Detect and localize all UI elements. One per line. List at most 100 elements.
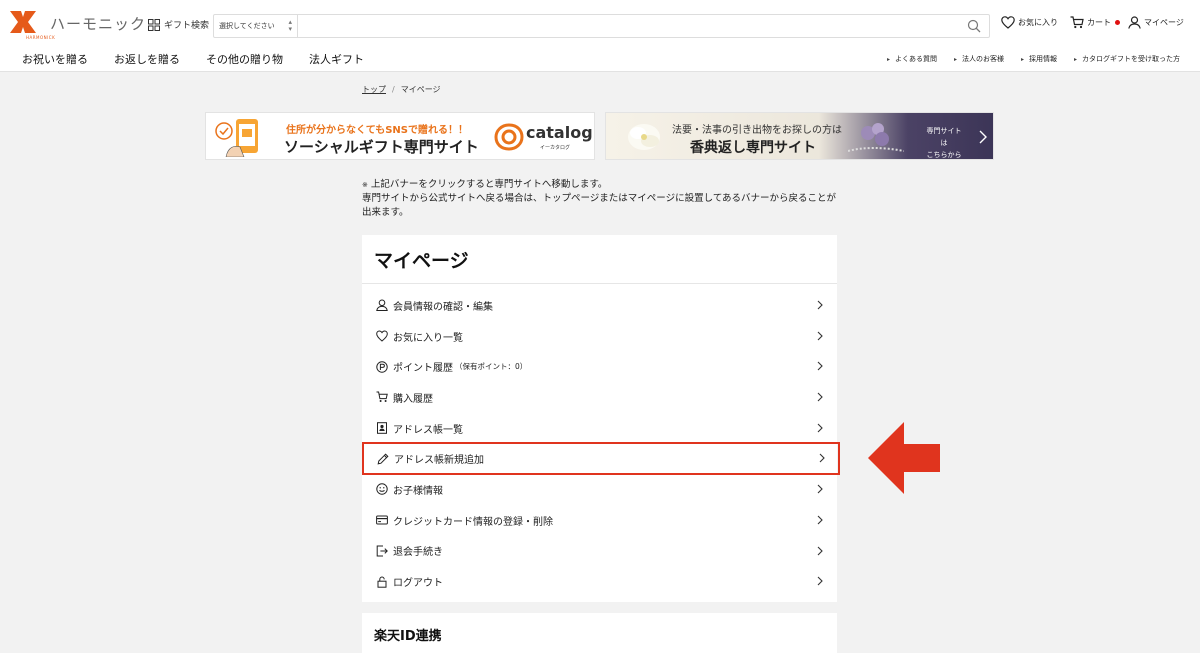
nav-item-other-gifts[interactable]: その他の贈り物 [206, 51, 283, 67]
gift-search-button[interactable]: ギフト検索 [148, 18, 209, 31]
banner-note: ※ 上記バナーをクリックすると専門サイトへ移動します。 専門サイトから公式サイトへ… [362, 178, 838, 220]
subnav-catalog-received[interactable]: カタログギフトを受け取った方 [1074, 54, 1180, 64]
cart-icon [376, 391, 388, 403]
social-banner-title: ソーシャルギフト専門サイト [284, 138, 479, 156]
search-icon[interactable] [967, 19, 981, 33]
heart-icon [376, 330, 388, 342]
logo-subtext: HARMONICK [26, 35, 56, 40]
chevron-right-icon [817, 392, 823, 402]
pencil-icon [377, 453, 389, 465]
menu-item-purchase-history[interactable]: 購入履歴 [362, 382, 837, 413]
category-select-value: 選択してください [219, 22, 275, 30]
nav-item-corporate[interactable]: 法人ギフト [309, 51, 364, 67]
note-line-2: 専門サイトから公式サイトへ戻る場合は、トップページまたはマイページに設置してある… [362, 193, 837, 218]
menu-item-children-info[interactable]: お子様情報 [362, 474, 837, 505]
menu-item-address-book[interactable]: アドレス帳一覧 [362, 413, 837, 444]
logo-mark-icon [10, 11, 36, 33]
social-gift-banner[interactable]: 住所が分からなくてもSNSで贈れる！！ ソーシャルギフト専門サイト catalo… [205, 112, 595, 160]
menu-item-label: 購入履歴 [393, 393, 433, 405]
subnav-corporate[interactable]: 法人のお客様 [954, 54, 1004, 64]
menu-item-label: ポイント履歴 [393, 363, 453, 375]
menu-item-point-history[interactable]: ポイント履歴 （保有ポイント：0） [362, 351, 837, 382]
menu-item-label: ログアウト [393, 578, 443, 590]
menu-item-label: 会員情報の確認・編集 [393, 301, 493, 313]
heart-icon [1001, 16, 1015, 29]
subnav-faq[interactable]: よくある質問 [887, 54, 937, 64]
mypage-panel: マイページ 会員情報の確認・編集 お気に入り一覧 ポイント履歴 （保有ポイント：… [362, 235, 840, 602]
menu-item-label: クレジットカード情報の登録・削除 [393, 516, 553, 528]
smile-icon [376, 483, 388, 496]
rakuten-title: 楽天ID連携 [374, 629, 442, 644]
breadcrumb: トップ / マイページ [362, 84, 441, 95]
point-balance: （保有ポイント：0） [455, 362, 528, 372]
phone-gift-icon [215, 119, 258, 157]
koden-banner-tagline: 法要・法事の引き出物をお探しの方は [672, 125, 842, 136]
search-input[interactable] [300, 17, 960, 35]
koden-banner-title: 香典返し専門サイト [690, 140, 816, 156]
nav-item-return-gift[interactable]: お返しを贈る [114, 51, 180, 67]
sub-nav: よくある質問 法人のお客様 採用情報 カタログギフトを受け取った方 [887, 54, 1180, 64]
breadcrumb-top[interactable]: トップ [362, 85, 386, 94]
rakuten-panel: 楽天ID連携 [362, 613, 837, 653]
menu-item-add-address[interactable]: アドレス帳新規追加 [362, 442, 840, 476]
address-book-icon [377, 422, 387, 434]
search-bar: 選択してください ▴ ▾ [213, 14, 990, 38]
grid-icon [148, 18, 160, 31]
user-icon [376, 299, 388, 312]
chevron-right-icon [817, 515, 823, 525]
category-select[interactable]: 選択してください ▴ ▾ [214, 15, 298, 37]
menu-item-logout[interactable]: ログアウト [362, 566, 837, 597]
koden-gaeshi-banner[interactable]: 法要・法事の引き出物をお探しの方は 香典返し専門サイト 専門サイトは こちらから [605, 112, 994, 160]
koden-cta-line1: 専門サイトは [926, 127, 962, 147]
select-caret-icon: ▴ ▾ [288, 18, 292, 33]
chevron-right-icon [817, 576, 823, 586]
favorites-link[interactable]: お気に入り [1001, 16, 1058, 29]
page-title: マイページ [374, 250, 469, 272]
chevron-right-icon [817, 546, 823, 555]
site-logo[interactable]: ハーモニック HARMONICK [10, 11, 145, 40]
ecatalog-logo-icon [494, 123, 524, 151]
breadcrumb-separator: / [392, 85, 395, 94]
mypage-label: マイページ [1144, 18, 1184, 27]
mypage-link[interactable]: マイページ [1128, 16, 1184, 29]
chevron-right-icon [817, 484, 823, 494]
user-icon [1128, 16, 1141, 29]
koden-banner-cta: 専門サイトは こちらから [924, 125, 964, 159]
menu-item-member-info[interactable]: 会員情報の確認・編集 [362, 290, 837, 321]
nav-item-celebration[interactable]: お祝いを贈る [22, 51, 88, 67]
chevron-right-icon [817, 331, 823, 341]
chevron-right-icon [819, 454, 825, 463]
ecatalog-brand: catalog [526, 123, 593, 142]
point-icon [376, 361, 388, 373]
menu-item-withdraw[interactable]: 退会手続き [362, 536, 837, 567]
note-asterisk: ※ [362, 181, 368, 189]
favorites-label: お気に入り [1018, 18, 1058, 27]
mypage-menu: 会員情報の確認・編集 お気に入り一覧 ポイント履歴 （保有ポイント：0） 購入履… [362, 290, 840, 597]
menu-item-label: アドレス帳一覧 [393, 424, 463, 436]
koden-cta-line2: こちらから [926, 151, 962, 159]
ecatalog-brand-sub: イーカタログ [540, 145, 571, 151]
cart-icon [1070, 16, 1084, 29]
exit-icon [376, 545, 388, 557]
menu-item-label: お気に入り一覧 [393, 332, 463, 344]
chevron-right-icon [979, 130, 987, 144]
menu-item-label: 退会手続き [393, 547, 443, 559]
divider [362, 283, 837, 284]
credit-card-icon [376, 515, 388, 525]
chevron-right-icon [817, 361, 823, 371]
gift-search-label: ギフト検索 [164, 21, 210, 31]
breadcrumb-current: マイページ [400, 85, 441, 94]
cart-label: カート [1087, 18, 1111, 27]
purple-flower-icon [848, 123, 904, 152]
pointer-arrow-icon [868, 422, 940, 494]
main-nav: お祝いを贈る お返しを贈る その他の贈り物 法人ギフト [22, 51, 364, 67]
menu-item-label: お子様情報 [393, 485, 443, 497]
social-banner-tagline: 住所が分からなくてもSNSで贈れる！！ [286, 125, 468, 136]
cart-link[interactable]: カート [1070, 16, 1120, 29]
menu-item-credit-card[interactable]: クレジットカード情報の登録・削除 [362, 505, 837, 536]
subnav-recruit[interactable]: 採用情報 [1021, 54, 1057, 64]
note-line-1: 上記バナーをクリックすると専門サイトへ移動します。 [370, 179, 608, 190]
cart-badge [1115, 20, 1120, 25]
menu-item-favorites[interactable]: お気に入り一覧 [362, 321, 837, 352]
chevron-right-icon [817, 423, 823, 433]
